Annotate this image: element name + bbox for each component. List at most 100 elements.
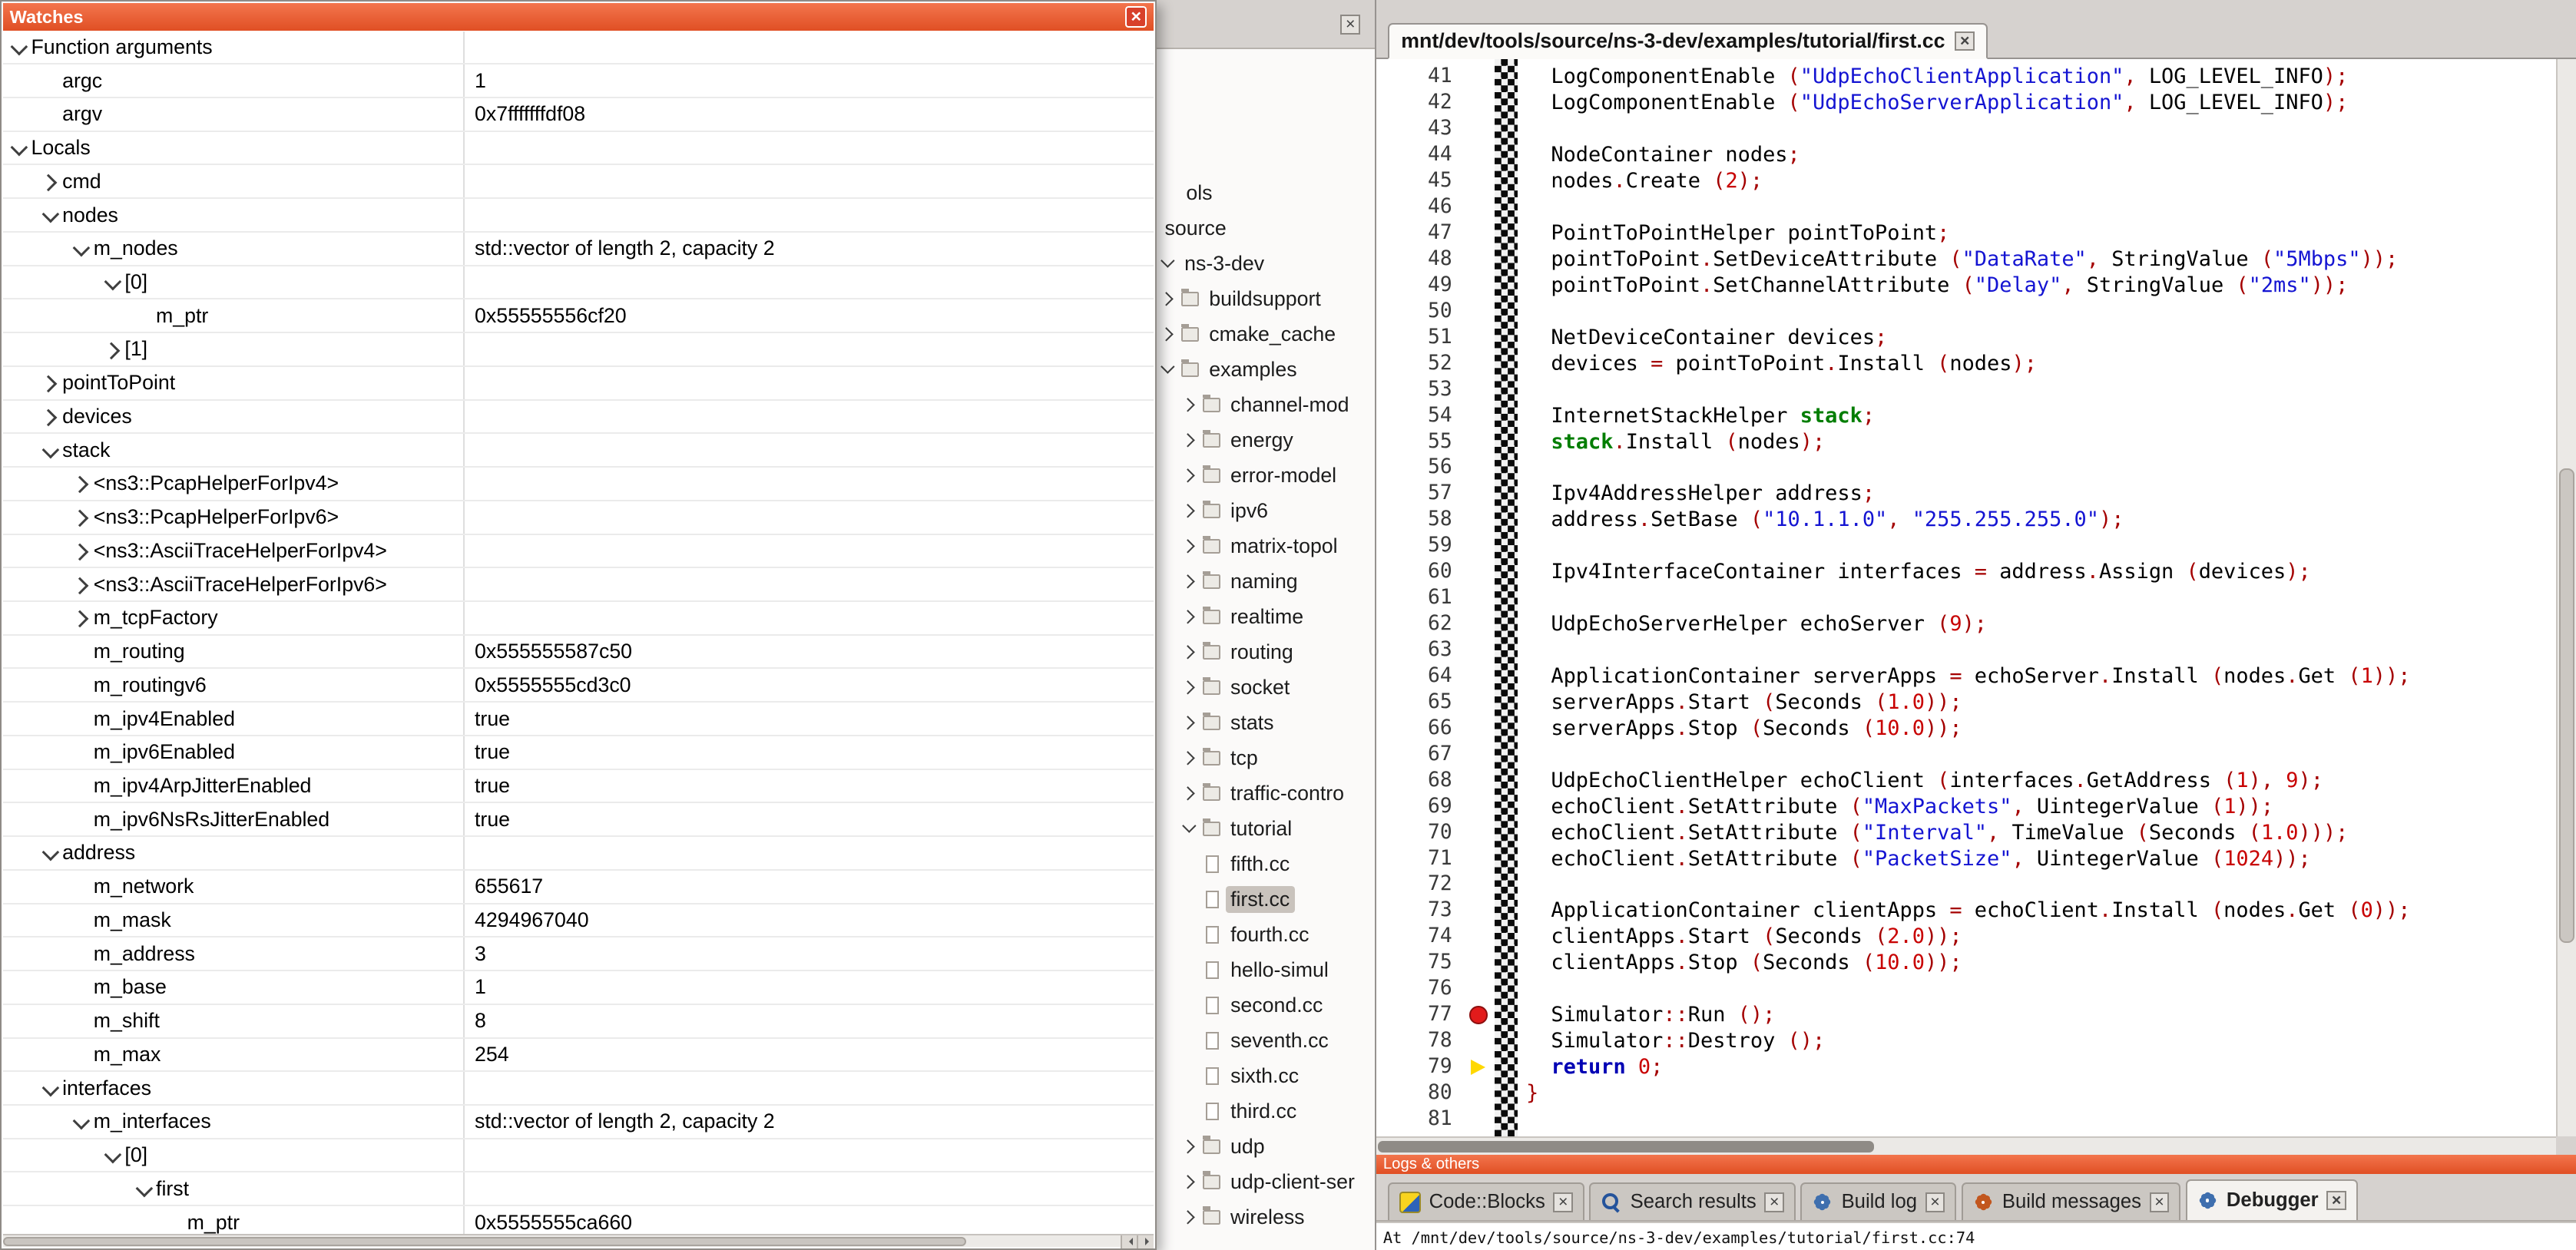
marker-cell[interactable] — [1462, 90, 1495, 116]
tree-item-fifth-cc[interactable]: fifth.cc — [1157, 847, 1375, 882]
expand-arrow-icon[interactable] — [1160, 289, 1180, 309]
tree-item-stats[interactable]: stats — [1157, 706, 1375, 741]
breakpoint-icon[interactable] — [1469, 1006, 1488, 1024]
expand-arrow-icon[interactable] — [1181, 431, 1201, 451]
watch-row[interactable]: <ns3::AsciiTraceHelperForIpv4> — [3, 535, 1154, 569]
tree-item-error-model[interactable]: error-model — [1157, 458, 1375, 494]
marker-cell[interactable] — [1462, 846, 1495, 872]
watch-row[interactable]: m_routing0x555555587c50 — [3, 636, 1154, 670]
tree-item-tutorial[interactable]: tutorial — [1157, 812, 1375, 847]
marker-cell[interactable] — [1462, 976, 1495, 1002]
watch-row[interactable]: cmd — [3, 165, 1154, 199]
expand-arrow-icon[interactable] — [71, 573, 94, 596]
watch-row[interactable]: stack — [3, 434, 1154, 468]
tree-item-traffic-contro[interactable]: traffic-contro — [1157, 776, 1375, 812]
marker-cell[interactable] — [1462, 871, 1495, 898]
marker-cell[interactable] — [1462, 585, 1495, 611]
tab-close-icon[interactable] — [2326, 1191, 2346, 1211]
marker-cell[interactable] — [1462, 220, 1495, 246]
watch-row[interactable]: <ns3::AsciiTraceHelperForIpv6> — [3, 568, 1154, 602]
tab-close-icon[interactable] — [2150, 1192, 2170, 1212]
watch-row[interactable]: nodes — [3, 199, 1154, 233]
tree-item-examples[interactable]: examples — [1157, 352, 1375, 388]
scroll-right-arrow-icon[interactable] — [1137, 1235, 1153, 1248]
expand-arrow-icon[interactable] — [1181, 749, 1201, 769]
watch-row[interactable]: m_ipv4ArpJitterEnabledtrue — [3, 770, 1154, 804]
marker-cell[interactable] — [1462, 455, 1495, 481]
tree-item-channel-mod[interactable]: channel-mod — [1157, 388, 1375, 423]
expand-arrow-icon[interactable] — [1181, 678, 1201, 698]
watch-row[interactable]: m_ptr0x55555556cf20 — [3, 299, 1154, 333]
tree-item-udp-client-ser[interactable]: udp-client-ser — [1157, 1164, 1375, 1199]
watch-row[interactable]: m_shift8 — [3, 1005, 1154, 1039]
collapse-arrow-icon[interactable] — [1160, 254, 1180, 274]
logs-tab-search-results[interactable]: Search results — [1589, 1182, 1795, 1220]
marker-cell[interactable] — [1462, 481, 1495, 507]
tree-item-hello-simul[interactable]: hello-simul — [1157, 953, 1375, 988]
editor-hscrollbar[interactable] — [1376, 1136, 2556, 1155]
watch-row[interactable]: [0] — [3, 266, 1154, 300]
watch-row[interactable]: Function arguments — [3, 31, 1154, 65]
tree-item-second-cc[interactable]: second.cc — [1157, 988, 1375, 1023]
tree-item-naming[interactable]: naming — [1157, 564, 1375, 600]
tab-close-icon[interactable] — [1955, 31, 1975, 51]
editor-tab[interactable]: mnt/dev/tools/source/ns-3-dev/examples/t… — [1388, 23, 1988, 59]
tree-item-energy[interactable]: energy — [1157, 423, 1375, 458]
tree-item-ipv6[interactable]: ipv6 — [1157, 494, 1375, 529]
marker-cell[interactable] — [1462, 1002, 1495, 1028]
expand-arrow-icon[interactable] — [39, 372, 62, 395]
marker-cell[interactable] — [1462, 716, 1495, 742]
tree-item-sixth-cc[interactable]: sixth.cc — [1157, 1058, 1375, 1093]
watch-row[interactable]: argv0x7fffffffdf08 — [3, 98, 1154, 132]
logs-tab-build-log[interactable]: Build log — [1800, 1182, 1956, 1220]
marker-cell[interactable] — [1462, 924, 1495, 950]
watch-row[interactable]: m_ipv6Enabledtrue — [3, 736, 1154, 770]
marker-cell[interactable] — [1462, 429, 1495, 455]
tree-item-wireless[interactable]: wireless — [1157, 1199, 1375, 1235]
watches-hscrollbar[interactable] — [3, 1234, 1154, 1247]
expand-arrow-icon[interactable] — [1181, 501, 1201, 521]
expand-arrow-icon[interactable] — [1160, 325, 1180, 345]
tree-item-tcp[interactable]: tcp — [1157, 741, 1375, 776]
watches-hscroll-thumb[interactable] — [3, 1237, 965, 1247]
tree-item-ns-3-dev[interactable]: ns-3-dev — [1157, 246, 1375, 282]
expand-arrow-icon[interactable] — [1181, 537, 1201, 557]
marker-cell[interactable] — [1462, 820, 1495, 846]
marker-cell[interactable] — [1462, 950, 1495, 976]
expand-arrow-icon[interactable] — [71, 506, 94, 529]
marker-cell[interactable] — [1462, 1106, 1495, 1133]
collapse-arrow-icon[interactable] — [39, 438, 62, 461]
logs-tab-debugger[interactable]: Debugger — [2186, 1179, 2358, 1220]
expand-arrow-icon[interactable] — [1181, 572, 1201, 592]
tree-item-socket[interactable]: socket — [1157, 670, 1375, 706]
logs-tab-code-blocks[interactable]: Code::Blocks — [1388, 1182, 1584, 1220]
breakpoint-margin[interactable] — [1495, 59, 1518, 1136]
watches-close-icon[interactable] — [1125, 6, 1147, 28]
marker-cell[interactable] — [1462, 689, 1495, 716]
marker-cell[interactable] — [1462, 168, 1495, 194]
scroll-left-arrow-icon[interactable] — [1121, 1235, 1137, 1248]
collapse-arrow-icon[interactable] — [39, 203, 62, 227]
marker-cell[interactable] — [1462, 742, 1495, 768]
editor-vscrollbar[interactable] — [2556, 59, 2576, 1136]
tree-item-seventh-cc[interactable]: seventh.cc — [1157, 1023, 1375, 1058]
marker-cell[interactable] — [1462, 64, 1495, 90]
expand-arrow-icon[interactable] — [1181, 713, 1201, 733]
collapse-arrow-icon[interactable] — [8, 137, 31, 160]
collapse-arrow-icon[interactable] — [1160, 360, 1180, 380]
tab-close-icon[interactable] — [1553, 1192, 1573, 1212]
marker-cell[interactable] — [1462, 611, 1495, 637]
tree-item-cmake-cache[interactable]: cmake_cache — [1157, 317, 1375, 352]
tab-close-icon[interactable] — [1764, 1192, 1784, 1212]
watch-row[interactable]: m_routingv60x5555555cd3c0 — [3, 669, 1154, 703]
expand-arrow-icon[interactable] — [71, 539, 94, 562]
logs-tab-build-messages[interactable]: Build messages — [1962, 1182, 2181, 1220]
watch-row[interactable]: m_nodesstd::vector of length 2, capacity… — [3, 233, 1154, 266]
watch-row[interactable]: interfaces — [3, 1072, 1154, 1106]
tree-item-first-cc[interactable]: first.cc — [1157, 882, 1375, 918]
tree-item-udp[interactable]: udp — [1157, 1129, 1375, 1164]
watch-row[interactable]: pointToPoint — [3, 367, 1154, 401]
marker-cell[interactable] — [1462, 794, 1495, 820]
expand-arrow-icon[interactable] — [71, 472, 94, 495]
expand-arrow-icon[interactable] — [1181, 466, 1201, 486]
